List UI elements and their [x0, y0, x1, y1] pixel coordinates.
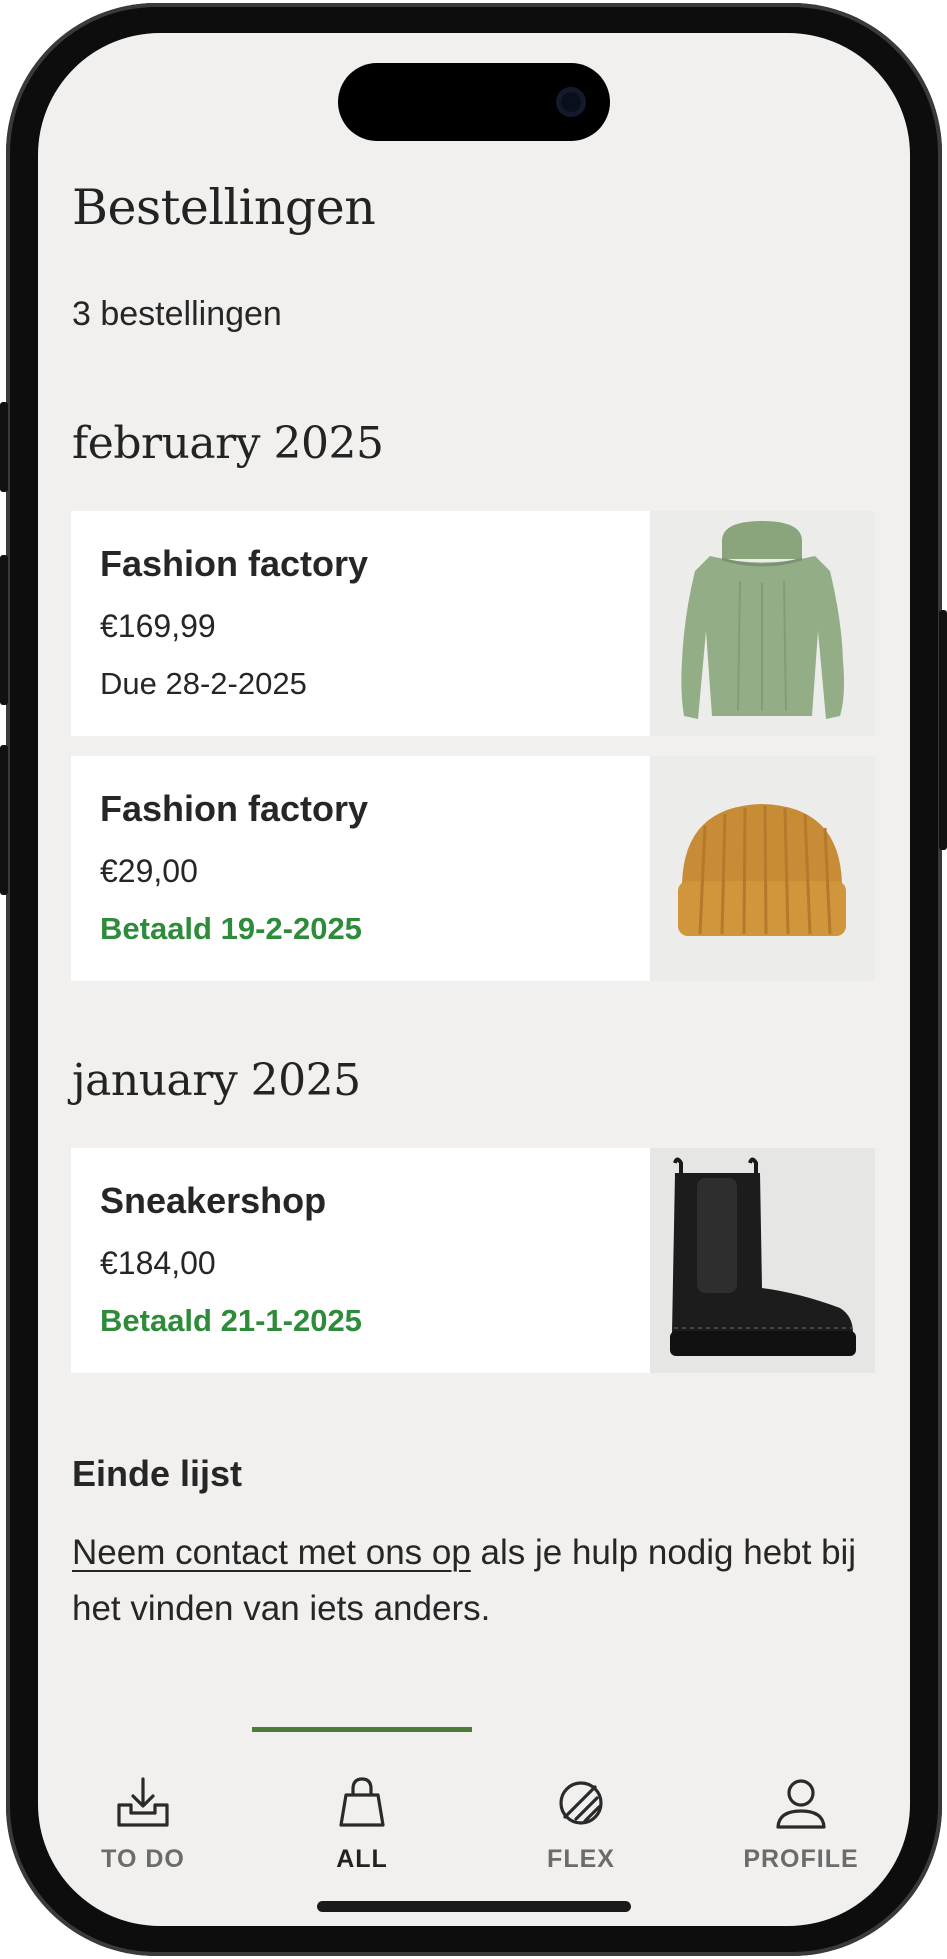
volume-down-button: [0, 745, 8, 895]
tab-label: TO DO: [101, 1845, 185, 1873]
order-status: Betaald 19-2-2025: [100, 911, 362, 946]
tab-label: ALL: [336, 1845, 388, 1873]
product-image-boot: [650, 1148, 875, 1373]
product-image-beanie: [650, 756, 875, 981]
end-of-list-text: Neem contact met ons op als je hulp nodi…: [72, 1525, 872, 1637]
tab-flex[interactable]: FLEX: [491, 1733, 671, 1873]
camera-icon: [556, 87, 586, 117]
power-button: [939, 610, 947, 850]
merchant-name: Sneakershop: [100, 1180, 327, 1221]
order-card[interactable]: Fashion factory €29,00 Betaald 19-2-2025: [71, 756, 875, 981]
product-image-sweater: [650, 511, 875, 736]
tab-todo[interactable]: TO DO: [53, 1733, 233, 1873]
order-amount: €184,00: [100, 1245, 216, 1281]
dynamic-island: [338, 63, 610, 141]
order-status: Betaald 21-1-2025: [100, 1303, 362, 1338]
order-card[interactable]: Sneakershop €184,00 Betaald 21-1-2025: [71, 1148, 875, 1373]
shopping-bag-icon: [339, 1777, 385, 1827]
month-header-february: february 2025: [72, 418, 384, 469]
inbox-download-icon: [117, 1777, 169, 1827]
flex-circle-icon: [559, 1781, 603, 1825]
app-screen: Bestellingen 3 bestellingen february 202…: [38, 33, 910, 1926]
order-status: Due 28-2-2025: [100, 666, 307, 701]
action-button: [0, 402, 8, 492]
order-amount: €169,99: [100, 608, 216, 644]
merchant-name: Fashion factory: [100, 543, 369, 584]
orders-count: 3 bestellingen: [72, 295, 282, 333]
page-title: Bestellingen: [72, 179, 376, 236]
tab-label: FLEX: [547, 1845, 615, 1873]
tab-profile[interactable]: PROFILE: [711, 1733, 891, 1873]
home-indicator: [317, 1901, 631, 1912]
active-tab-indicator: [252, 1727, 472, 1732]
merchant-name: Fashion factory: [100, 788, 369, 829]
order-card[interactable]: Fashion factory €169,99 Due 28-2-2025: [71, 511, 875, 736]
contact-link[interactable]: Neem contact met ons op: [72, 1533, 471, 1572]
order-amount: €29,00: [100, 853, 198, 889]
tab-all[interactable]: ALL: [272, 1733, 452, 1873]
month-header-january: january 2025: [72, 1055, 361, 1106]
tab-label: PROFILE: [743, 1845, 859, 1873]
person-icon: [776, 1779, 826, 1829]
volume-up-button: [0, 555, 8, 705]
end-of-list-title: Einde lijst: [72, 1453, 243, 1494]
